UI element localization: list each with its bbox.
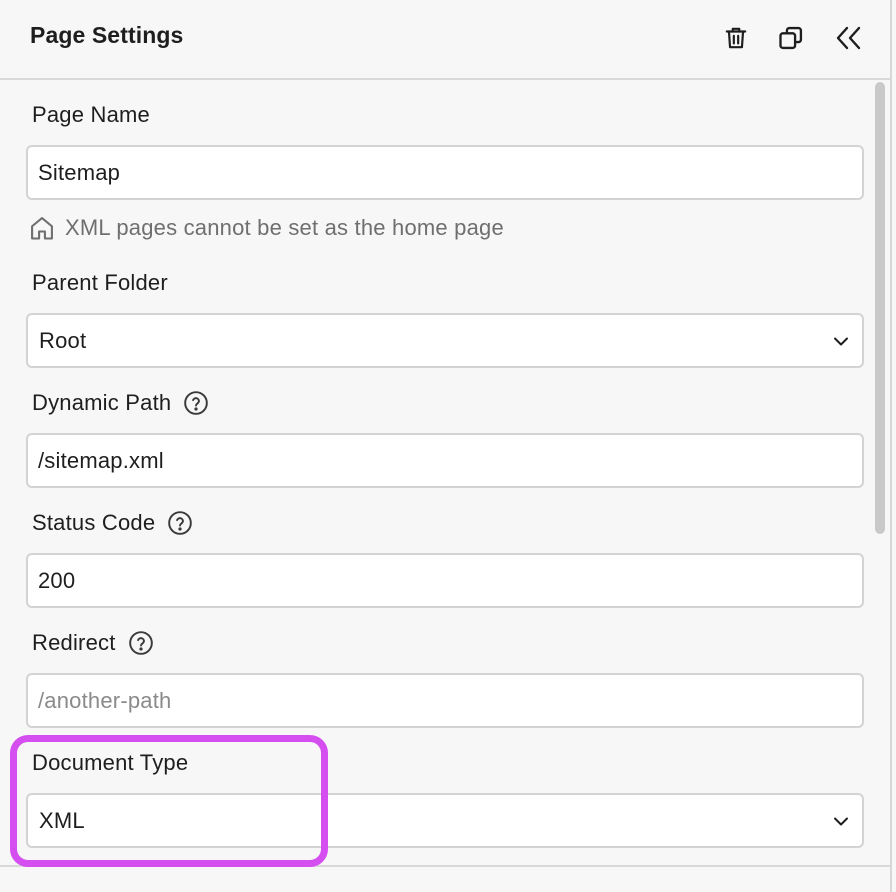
parent-folder-label-text: Parent Folder [32,270,168,295]
duplicate-icon [779,26,803,50]
panel-header: Page Settings [0,0,890,80]
page-name-input[interactable] [26,145,864,200]
parent-folder-select[interactable]: Root [26,313,864,368]
dynamic-path-label: Dynamic Path [32,390,209,416]
document-type-label: Document Type [32,750,188,776]
document-type-label-text: Document Type [32,750,189,775]
help-icon [128,631,153,655]
page-name-label: Page Name [32,102,150,128]
status-code-help-button[interactable] [167,510,193,536]
chevron-down-icon [834,817,848,825]
panel-title: Page Settings [30,22,184,48]
home-icon [31,217,53,240]
status-code-label-text: Status Code [32,510,156,535]
page-settings-panel: Page Settings Page Name Sitemap XML page… [0,0,892,892]
redirect-label-text: Redirect [32,630,116,655]
trash-icon [725,27,747,49]
page-name-label-text: Page Name [32,102,150,127]
chevron-down-icon [834,337,848,345]
status-code-label: Status Code [32,510,193,536]
panel-divider [0,865,890,867]
document-type-value: XML [39,807,85,833]
redirect-input[interactable] [26,673,864,728]
scrollbar-thumb[interactable] [875,82,885,534]
redirect-label: Redirect [32,630,154,656]
parent-folder-value: Root [39,327,87,353]
home-page-hint: XML pages cannot be set as the home page [28,214,504,242]
collapse-icon [836,26,861,50]
help-icon [168,511,193,535]
dynamic-path-help-button[interactable] [183,390,209,416]
document-type-select[interactable]: XML [26,793,864,848]
dynamic-path-label-text: Dynamic Path [32,390,172,415]
duplicate-page-button[interactable] [773,20,809,56]
home-page-hint-text: XML pages cannot be set as the home page [65,215,504,240]
redirect-help-button[interactable] [128,630,154,656]
help-icon [184,391,209,415]
dynamic-path-input[interactable] [26,433,864,488]
collapse-panel-button[interactable] [830,20,866,56]
delete-page-button[interactable] [718,20,754,56]
parent-folder-label: Parent Folder [32,270,168,296]
status-code-input[interactable] [26,553,864,608]
panel-content: Page Name XML pages cannot be set as the… [0,80,874,865]
